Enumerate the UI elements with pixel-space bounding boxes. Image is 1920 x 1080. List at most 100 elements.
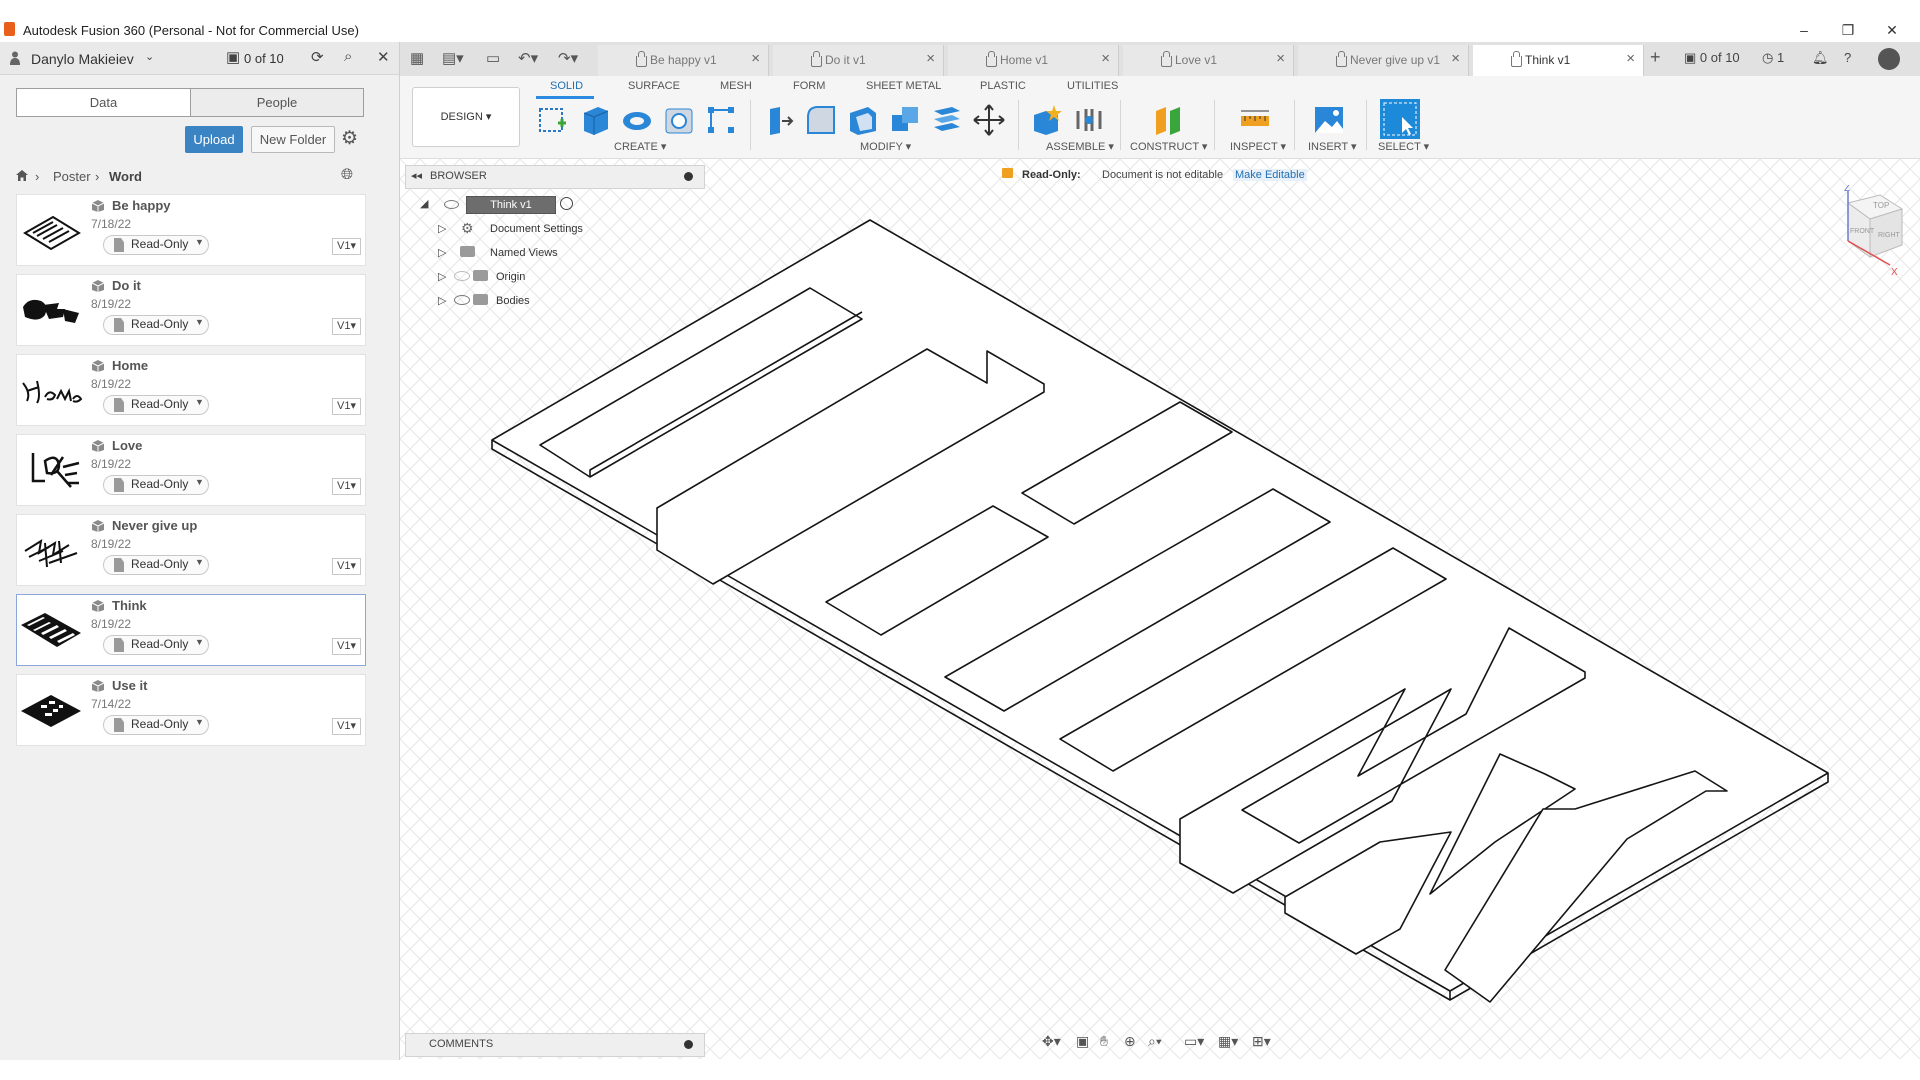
viewcube-right-label[interactable]: RIGHT <box>1878 232 1901 239</box>
access-dropdown[interactable]: Read-Only ▼ <box>103 715 209 735</box>
help-icon[interactable]: ? <box>1844 50 1851 65</box>
fit-icon[interactable]: ⌕▾ <box>1148 1033 1162 1050</box>
tab-form[interactable]: FORM <box>793 80 825 92</box>
avatar[interactable] <box>1878 48 1900 70</box>
tab-surface[interactable]: SURFACE <box>628 80 680 92</box>
access-dropdown[interactable]: Read-Only ▼ <box>103 315 209 335</box>
view-cube[interactable]: TOP FRONT RIGHT Z X <box>1810 185 1910 285</box>
offset-plane-icon[interactable] <box>1152 103 1186 137</box>
insert-group-label[interactable]: INSERT ▾ <box>1308 140 1357 153</box>
tab-do-it[interactable]: Do it v1 × <box>773 45 944 76</box>
access-dropdown[interactable]: Read-Only ▼ <box>103 475 209 495</box>
clock-icon[interactable]: ◷ 1 <box>1762 50 1784 66</box>
extrude-icon[interactable] <box>578 103 612 137</box>
zoom-icon[interactable]: ⊕ <box>1124 1033 1136 1050</box>
modify-group-label[interactable]: MODIFY ▾ <box>860 140 911 153</box>
undo-icon[interactable]: ↶▾ <box>518 49 538 67</box>
file-name[interactable]: Do it <box>112 278 141 293</box>
move-icon[interactable] <box>972 103 1006 137</box>
pin-icon[interactable] <box>684 172 693 181</box>
shell-icon[interactable] <box>846 103 880 137</box>
version-dropdown[interactable]: V1▾ <box>332 318 361 335</box>
tab-mesh[interactable]: MESH <box>720 80 752 92</box>
close-icon[interactable]: × <box>926 50 935 67</box>
fillet-icon[interactable] <box>804 103 838 137</box>
search-icon[interactable]: ⌕ <box>344 48 352 65</box>
file-card[interactable]: Use it 7/14/22 Read-Only ▼ V1▾ <box>16 674 366 746</box>
close-icon[interactable]: × <box>751 50 760 67</box>
tab-sheet-metal[interactable]: SHEET METAL <box>866 80 941 92</box>
tab-never-give-up[interactable]: Never give up v1 × <box>1298 45 1469 76</box>
version-dropdown[interactable]: V1▾ <box>332 398 361 415</box>
tab-data[interactable]: Data <box>17 89 191 116</box>
create-sketch-icon[interactable] <box>536 103 570 137</box>
3d-viewport-canvas[interactable] <box>400 159 1920 1059</box>
refresh-icon[interactable]: ⟳ <box>311 48 324 66</box>
user-name[interactable]: Danylo Makieiev <box>31 51 134 67</box>
revolve-icon[interactable] <box>620 103 654 137</box>
chevron-down-icon[interactable]: ⌄ <box>145 50 154 63</box>
version-dropdown[interactable]: V1▾ <box>332 638 361 655</box>
root-component-label[interactable]: Think v1 <box>466 196 556 214</box>
expand-icon[interactable]: ▷ <box>438 294 446 307</box>
pan-icon[interactable]: ✋︎ <box>1100 1033 1108 1050</box>
file-name[interactable]: Home <box>112 358 148 373</box>
expand-icon[interactable]: ▷ <box>438 270 446 283</box>
notifications-icon[interactable]: 🔔︎ <box>1812 50 1829 66</box>
tab-be-happy[interactable]: Be happy v1 × <box>598 45 769 76</box>
create-group-label[interactable]: CREATE ▾ <box>614 140 666 153</box>
close-icon[interactable]: × <box>1101 50 1110 67</box>
close-panel-icon[interactable]: ✕ <box>377 48 390 66</box>
collapse-icon[interactable]: ◂◂ <box>411 169 422 182</box>
minimize-button[interactable]: – <box>1784 18 1824 42</box>
select-icon[interactable] <box>1380 99 1420 139</box>
workspace-switcher[interactable]: DESIGN ▾ <box>412 87 520 147</box>
globe-icon[interactable]: 🌐︎ <box>341 166 353 183</box>
home-icon[interactable] <box>15 169 29 182</box>
access-dropdown[interactable]: Read-Only ▼ <box>103 395 209 415</box>
breadcrumb-poster[interactable]: Poster <box>53 169 91 184</box>
inspect-group-label[interactable]: INSPECT ▾ <box>1230 140 1286 153</box>
expand-triangle-icon[interactable]: ◢ <box>420 197 428 210</box>
version-dropdown[interactable]: V1▾ <box>332 558 361 575</box>
file-card-selected[interactable]: Think 8/19/22 Read-Only ▼ V1▾ <box>16 594 366 666</box>
viewcube-top-label[interactable]: TOP <box>1873 201 1889 210</box>
expand-icon[interactable]: ▷ <box>438 222 446 235</box>
access-dropdown[interactable]: Read-Only ▼ <box>103 555 209 575</box>
orbit-icon[interactable]: ✥▾ <box>1042 1033 1061 1050</box>
access-dropdown[interactable]: Read-Only ▼ <box>103 235 209 255</box>
gear-icon[interactable]: ⚙ <box>341 127 358 150</box>
look-at-icon[interactable]: ▣ <box>1076 1033 1089 1050</box>
measure-icon[interactable] <box>1238 103 1272 137</box>
file-card[interactable]: Home 8/19/22 Read-Only ▼ V1▾ <box>16 354 366 426</box>
expand-icon[interactable]: ▷ <box>438 246 446 259</box>
file-card[interactable]: Never give up 8/19/22 Read-Only ▼ V1▾ <box>16 514 366 586</box>
viewports-icon[interactable]: ⊞▾ <box>1252 1033 1271 1050</box>
grid-settings-icon[interactable]: ▦▾ <box>1218 1033 1238 1050</box>
pattern-icon[interactable] <box>704 103 738 137</box>
make-editable-link[interactable]: Make Editable <box>1233 169 1307 181</box>
file-name[interactable]: Be happy <box>112 198 171 213</box>
tab-plastic[interactable]: PLASTIC <box>980 80 1026 92</box>
press-pull-icon[interactable] <box>762 103 796 137</box>
file-card[interactable]: Love 8/19/22 Read-Only ▼ V1▾ <box>16 434 366 506</box>
close-icon[interactable]: × <box>1451 50 1460 67</box>
eye-hidden-icon[interactable] <box>454 271 470 281</box>
jobs-status[interactable]: ▣ 0 of 10 <box>1684 50 1740 66</box>
file-name[interactable]: Love <box>112 438 142 453</box>
new-tab-icon[interactable]: + <box>1650 47 1661 68</box>
eye-icon[interactable] <box>444 200 459 209</box>
tab-people[interactable]: People <box>191 89 363 116</box>
file-card[interactable]: Do it 8/19/22 Read-Only ▼ V1▾ <box>16 274 366 346</box>
redo-icon[interactable]: ↷▾ <box>558 49 578 67</box>
version-dropdown[interactable]: V1▾ <box>332 718 361 735</box>
file-menu-icon[interactable]: ▤▾ <box>442 49 464 67</box>
restore-button[interactable]: ❐ <box>1828 18 1868 42</box>
hole-icon[interactable] <box>662 103 696 137</box>
eye-icon[interactable] <box>454 295 470 305</box>
tab-solid[interactable]: SOLID <box>550 80 583 92</box>
new-folder-button[interactable]: New Folder <box>251 126 335 153</box>
close-icon[interactable]: × <box>1276 50 1285 67</box>
grid-menu-icon[interactable]: ▦ <box>410 49 424 67</box>
upload-button[interactable]: Upload <box>185 126 243 153</box>
